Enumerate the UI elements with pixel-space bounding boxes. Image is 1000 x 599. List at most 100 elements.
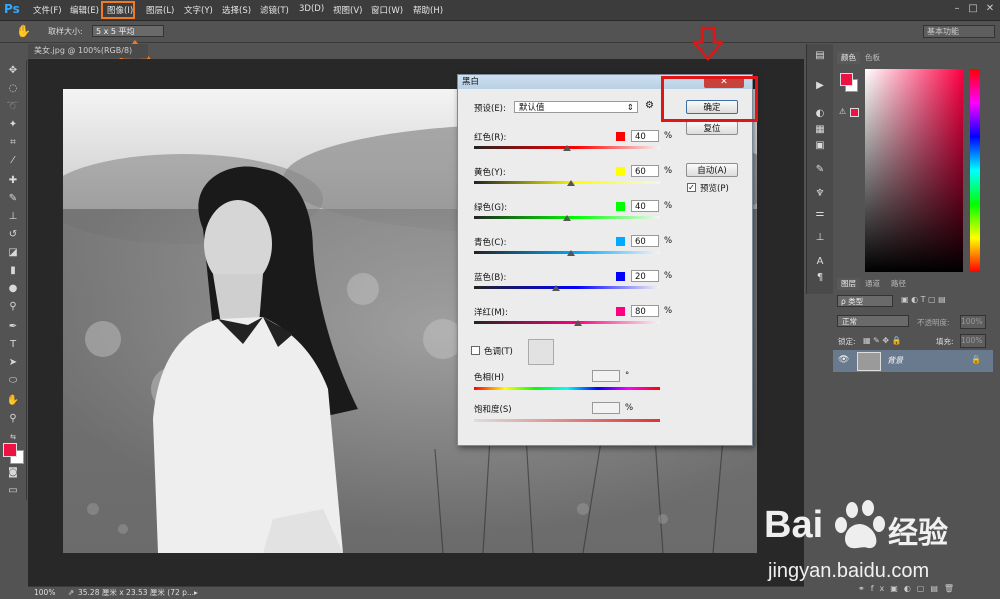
gamut-color-swatch[interactable]	[850, 108, 859, 117]
menu-type[interactable]: 文字(Y)	[184, 4, 213, 16]
tab-channels[interactable]: 通道	[861, 278, 884, 290]
move-tool-icon[interactable]: ✥	[5, 64, 21, 78]
lock-icons[interactable]: ▦ ✎ ✥ 🔒	[863, 336, 902, 345]
channel-value-input[interactable]: 40	[631, 130, 659, 142]
layer-row-background[interactable]: 👁 背景 🔒	[833, 350, 993, 372]
menu-help[interactable]: 帮助(H)	[413, 4, 443, 16]
hue-strip[interactable]	[970, 69, 980, 272]
styles-panel-icon[interactable]: ▦	[814, 124, 826, 136]
quick-select-tool-icon[interactable]: ✦	[5, 118, 21, 132]
tab-swatches[interactable]: 色板	[861, 52, 884, 64]
type-tool-icon[interactable]: T	[5, 338, 21, 352]
channel-slider-thumb[interactable]	[566, 180, 575, 186]
channel-slider-track[interactable]	[474, 321, 660, 324]
eyedropper-tool-icon[interactable]: ⁄	[5, 154, 21, 168]
blur-tool-icon[interactable]: ●	[5, 282, 21, 296]
channel-value-input[interactable]: 20	[631, 270, 659, 282]
clone-stamp-tool-icon[interactable]: ⊥	[5, 210, 21, 224]
menu-edit[interactable]: 编辑(E)	[70, 4, 99, 16]
fill-input[interactable]: 100%	[960, 334, 986, 348]
menu-file[interactable]: 文件(F)	[33, 4, 62, 16]
paragraph-panel-icon[interactable]: ¶	[814, 272, 826, 284]
brush-tool-icon[interactable]: ✎	[5, 192, 21, 206]
hue-slider-track[interactable]	[474, 387, 660, 390]
menu-view[interactable]: 视图(V)	[333, 4, 362, 16]
dodge-tool-icon[interactable]: ⚲	[5, 300, 21, 314]
layer-visibility-eye-icon[interactable]: 👁	[838, 355, 849, 365]
color-picker-field[interactable]	[865, 69, 963, 272]
character-panel-icon[interactable]: A	[814, 256, 826, 268]
path-select-tool-icon[interactable]: ➤	[5, 356, 21, 370]
tab-paths[interactable]: 路径	[887, 278, 910, 290]
channel-slider-thumb[interactable]	[574, 320, 583, 326]
healing-brush-tool-icon[interactable]: ✚	[5, 174, 21, 188]
channel-value-input[interactable]: 60	[631, 165, 659, 177]
menu-layer[interactable]: 图层(L)	[146, 4, 174, 16]
gradient-tool-icon[interactable]: ▮	[5, 264, 21, 278]
foreground-color-swatch[interactable]	[3, 443, 17, 457]
channel-label: 红色(R):	[474, 133, 507, 143]
layer-kind-filter[interactable]: ρ 类型	[837, 295, 893, 307]
channel-unit: %	[664, 306, 673, 316]
document-tab[interactable]: 美女.jpg @ 100%(RGB/8)	[28, 44, 148, 58]
zoom-level[interactable]: 100%	[34, 587, 55, 599]
red-down-arrow-annotation	[692, 26, 724, 61]
saturation-input[interactable]	[592, 402, 620, 414]
minimize-icon[interactable]: –	[950, 3, 964, 15]
hue-input[interactable]	[592, 370, 620, 382]
marquee-tool-icon[interactable]: ◌	[5, 82, 21, 96]
adjustments-panel-icon[interactable]: ◐	[814, 108, 826, 120]
tool-presets-icon[interactable]: ♆	[814, 188, 826, 200]
menu-window[interactable]: 窗口(W)	[371, 4, 403, 16]
menu-select[interactable]: 选择(S)	[222, 4, 251, 16]
brush-panel-icon[interactable]: ✎	[814, 164, 826, 176]
properties-panel-icon[interactable]: ⚌	[814, 208, 826, 220]
menu-bar: Ps 文件(F) 编辑(E) 图像(I) 图层(L) 文字(Y) 选择(S) 滤…	[0, 0, 1000, 21]
channel-slider-thumb[interactable]	[566, 250, 575, 256]
zoom-tool-icon[interactable]: ⚲	[5, 412, 21, 426]
channel-slider-thumb[interactable]	[563, 215, 571, 221]
saturation-slider-track[interactable]	[474, 419, 660, 422]
tint-color-swatch[interactable]	[528, 339, 554, 365]
shape-tool-icon[interactable]: ⬭	[5, 374, 21, 388]
channel-value-input[interactable]: 60	[631, 235, 659, 247]
channel-value-input[interactable]: 80	[631, 305, 659, 317]
clone-source-icon[interactable]: ⊥	[814, 232, 826, 244]
sample-size-label: 取样大小:	[48, 27, 83, 36]
close-icon[interactable]: ✕	[983, 3, 997, 15]
tint-checkbox[interactable]	[471, 346, 480, 355]
filter-icons[interactable]: ▣ ◐ T ▢ ▤	[901, 295, 946, 304]
channel-color-swatch	[616, 202, 625, 211]
opacity-label: 不透明度:	[917, 318, 950, 327]
blend-mode-select[interactable]: 正常	[837, 315, 909, 327]
workspace-select[interactable]: 基本功能	[923, 25, 995, 38]
status-menu-arrow-icon[interactable]: ▸	[194, 587, 198, 599]
menu-3d[interactable]: 3D(D)	[299, 4, 324, 14]
panel-foreground-swatch[interactable]	[840, 73, 853, 86]
swap-colors-icon[interactable]: ⇆	[5, 430, 21, 444]
sample-size-select[interactable]: 5 x 5 平均	[92, 25, 164, 37]
history-panel-icon[interactable]: ▤	[814, 50, 826, 62]
quick-mask-icon[interactable]: ◙	[5, 466, 21, 480]
actions-panel-icon[interactable]: ▶	[814, 80, 826, 92]
tab-color[interactable]: 颜色	[837, 52, 860, 64]
menu-filter[interactable]: 滤镜(T)	[260, 4, 289, 16]
export-icon[interactable]: ⇗	[68, 587, 74, 599]
channel-value-input[interactable]: 40	[631, 200, 659, 212]
opacity-input[interactable]: 100%	[960, 315, 986, 329]
maximize-icon[interactable]: □	[966, 3, 980, 15]
crop-tool-icon[interactable]: ⌗	[5, 136, 21, 150]
lasso-tool-icon[interactable]: ➰	[5, 100, 21, 114]
channel-slider-thumb[interactable]	[563, 145, 571, 151]
channel-slider-track[interactable]	[474, 286, 660, 289]
channel-slider-thumb[interactable]	[551, 285, 560, 291]
tab-layers[interactable]: 图层	[837, 278, 860, 290]
masks-panel-icon[interactable]: ▣	[814, 140, 826, 152]
hue-label: 色相(H)	[474, 373, 505, 383]
eraser-tool-icon[interactable]: ◪	[5, 246, 21, 260]
pen-tool-icon[interactable]: ✒	[5, 320, 21, 334]
hand-tool-icon[interactable]: ✋	[5, 394, 21, 408]
history-brush-tool-icon[interactable]: ↺	[5, 228, 21, 242]
screen-mode-icon[interactable]: ▭	[5, 484, 21, 498]
hue-unit: °	[625, 371, 630, 381]
